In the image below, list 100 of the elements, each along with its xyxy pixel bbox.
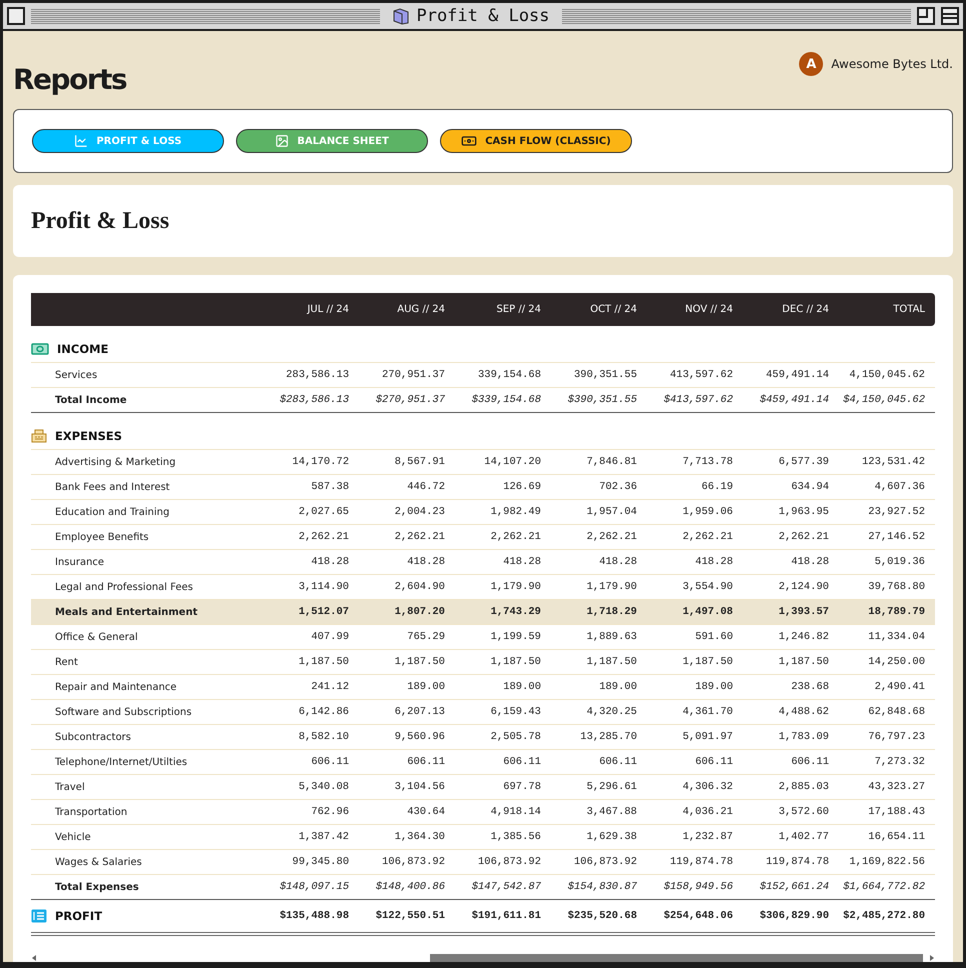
table-cell-text: 5,091.97	[682, 731, 733, 743]
table-cell-text: 606.11	[406, 756, 445, 768]
table-row[interactable]: Employee Benefits 2,262.21 2,262.21 2,262.21 2,262.21 2,262.21 2,262.21 27,146.52	[31, 525, 935, 550]
close-box[interactable]	[7, 7, 25, 25]
table-cell-text: 106,873.92	[476, 856, 541, 868]
profit-cell-text: $235,520.68	[566, 910, 637, 922]
total-cell-text: $148,400.86	[374, 881, 445, 893]
table-cell-text: 2,604.90	[394, 581, 445, 593]
table-cell-text: 4,036.21	[682, 806, 733, 818]
table-cell-text: 1,187.50	[586, 656, 637, 668]
table-cell-text: 126.69	[502, 481, 541, 493]
table-cell-text: 6,159.43	[490, 706, 541, 718]
table-cell-text: 1,232.87	[682, 831, 733, 843]
table-cell-text: 4,306.32	[682, 781, 733, 793]
table-row[interactable]: Insurance 418.28 418.28 418.28 418.28 418.28 418.28 5,019.36	[31, 550, 935, 575]
table-cell-text: 189.00	[598, 681, 637, 693]
column-header: TOTAL	[892, 304, 925, 315]
profit-cell-text: $122,550.51	[374, 910, 445, 922]
total-cell-text: $339,154.68	[470, 394, 541, 406]
table-cell-text: 3,572.60	[778, 806, 829, 818]
collapse-box[interactable]	[941, 7, 959, 25]
row-label: Travel	[54, 782, 86, 792]
table-cell-text: 5,296.61	[586, 781, 637, 793]
table-row[interactable]: Telephone/Internet/Utilties 606.11 606.11 606.11 606.11 606.11 606.11 7,273.32	[31, 750, 935, 775]
table-cell-text: 1,246.82	[778, 631, 829, 643]
table-row[interactable]: Education and Training 2,027.65 2,004.23 1,982.49 1,957.04 1,959.06 1,963.95 23,927.52	[31, 500, 935, 525]
section-title: INCOME	[57, 342, 108, 356]
total-cell-text: $148,097.15	[278, 881, 349, 893]
table-cell-text: 4,607.36	[874, 481, 925, 493]
column-header: DEC // 24	[781, 304, 829, 315]
row-label: Services	[54, 370, 98, 380]
table-cell-text: 702.36	[598, 481, 637, 493]
scroll-right-icon[interactable]	[929, 955, 935, 961]
table-row[interactable]: Meals and Entertainment 1,512.07 1,807.20 1,743.29 1,718.29 1,497.08 1,393.57 18,789.79	[31, 600, 935, 625]
table-cell-text: 1,743.29	[490, 606, 541, 618]
table-cell-text: 14,170.72	[291, 456, 349, 468]
table-cell-text: 765.29	[406, 631, 445, 643]
table-row[interactable]: Transportation 762.96 430.64 4,918.14 3,467.88 4,036.21 3,572.60 17,188.43	[31, 800, 935, 825]
table-cell-text: 5,340.08	[298, 781, 349, 793]
table-row[interactable]: Bank Fees and Interest 587.38 446.72 126.69 702.36 66.19 634.94 4,607.36	[31, 475, 935, 500]
table-cell-text: 418.28	[502, 556, 541, 568]
row-label: Transportation	[54, 806, 128, 818]
table-cell-text: 2,262.21	[682, 531, 733, 543]
table-cell-text: 606.11	[790, 756, 829, 768]
table-cell-text: 1,497.08	[682, 606, 733, 618]
table-row[interactable]: Subcontractors 8,582.10 9,560.96 2,505.78 13,285.70 5,091.97 1,783.09 76,797.23	[31, 725, 935, 750]
table-cell-text: 1,512.07	[298, 606, 349, 618]
table-cell-text: 2,885.03	[778, 781, 829, 793]
table-cell-text: 27,146.52	[867, 531, 925, 543]
table-cell-text: 13,285.70	[579, 731, 637, 743]
row-label: Meals and Entertainment	[54, 606, 198, 618]
report-button[interactable]: CASH FLOW (CLASSIC)	[440, 129, 632, 153]
table-cell-text: 4,488.62	[778, 706, 829, 718]
table-cell-text: 4,361.70	[682, 706, 733, 718]
scroll-left-icon[interactable]	[31, 955, 37, 961]
table-cell-text: 2,262.21	[778, 531, 829, 543]
zoom-box[interactable]	[917, 7, 935, 25]
table-row[interactable]: Advertising & Marketing 14,170.72 8,567.91 14,107.20 7,846.81 7,713.78 6,577.39 123,531.42	[31, 450, 935, 475]
total-cell-text: $459,491.14	[758, 394, 829, 406]
table-cell-text: 189.00	[406, 681, 445, 693]
table-cell-text: 76,797.23	[867, 731, 925, 743]
column-header: NOV // 24	[684, 304, 733, 315]
total-cell-text: $152,661.24	[758, 881, 829, 893]
table-cell-text: 4,918.14	[490, 806, 541, 818]
table-cell-text: 106,873.92	[572, 856, 637, 868]
table-cell-text: 2,490.41	[874, 681, 925, 693]
scrollbar-thumb[interactable]	[430, 954, 923, 962]
profit-cell-text: $306,829.90	[758, 910, 829, 922]
table-cell-text: 9,560.96	[394, 731, 445, 743]
total-cell-text: $390,351.55	[566, 394, 637, 406]
table-cell-text: 5,019.36	[874, 556, 925, 568]
table-cell-text: 43,323.27	[867, 781, 925, 793]
table-cell-text: 762.96	[310, 806, 349, 818]
column-header: SEP // 24	[495, 304, 541, 315]
table-cell-text: 66.19	[700, 481, 733, 493]
row-label: Education and Training	[54, 506, 170, 518]
row-label: Wages & Salaries	[54, 856, 143, 868]
table-cell-text: 14,250.00	[867, 656, 925, 668]
total-cell-text: $4,150,045.62	[842, 394, 925, 406]
table-row[interactable]: Vehicle 1,387.42 1,364.30 1,385.56 1,629.38 1,232.87 1,402.77 16,654.11	[31, 825, 935, 850]
table-cell-text: 1,187.50	[490, 656, 541, 668]
row-label: Employee Benefits	[54, 532, 150, 542]
table-cell-text: 1,169,822.56	[848, 856, 925, 868]
table-row[interactable]: Software and Subscriptions 6,142.86 6,207.13 6,159.43 4,320.25 4,361.70 4,488.62 62,848.68	[31, 700, 935, 725]
table-cell-text: 238.68	[790, 681, 829, 693]
table-cell-text: 413,597.62	[668, 369, 733, 381]
total-label: Total Income	[54, 394, 128, 406]
total-cell-text: $158,949.56	[662, 881, 733, 893]
table-cell-text: 4,320.25	[586, 706, 637, 718]
table-row[interactable]: Repair and Maintenance 241.12 189.00 189.00 189.00 189.00 238.68 2,490.41	[31, 675, 935, 700]
table-cell-text: 3,104.56	[394, 781, 445, 793]
table-cell-text: 119,874.78	[668, 856, 733, 868]
column-header: JUL // 24	[306, 304, 349, 315]
table-cell-text: 6,207.13	[394, 706, 445, 718]
table-row[interactable]: Rent 1,187.50 1,187.50 1,187.50 1,187.50 1,187.50 1,187.50 14,250.00	[31, 650, 935, 675]
table-row[interactable]: Wages & Salaries 99,345.80 106,873.92 106,873.92 106,873.92 119,874.78 119,874.78 1,169,822.56	[31, 850, 935, 875]
table-row[interactable]: Services 283,586.13 270,951.37 339,154.68 390,351.55 413,597.62 459,491.14 4,150,045.62	[31, 363, 935, 388]
table-cell-text: 697.78	[502, 781, 541, 793]
table-row[interactable]: Travel 5,340.08 3,104.56 697.78 5,296.61 4,306.32 2,885.03 43,323.27	[31, 775, 935, 800]
table-row[interactable]: Office & General 407.99 765.29 1,199.59 1,889.63 591.60 1,246.82 11,334.04	[31, 625, 935, 650]
